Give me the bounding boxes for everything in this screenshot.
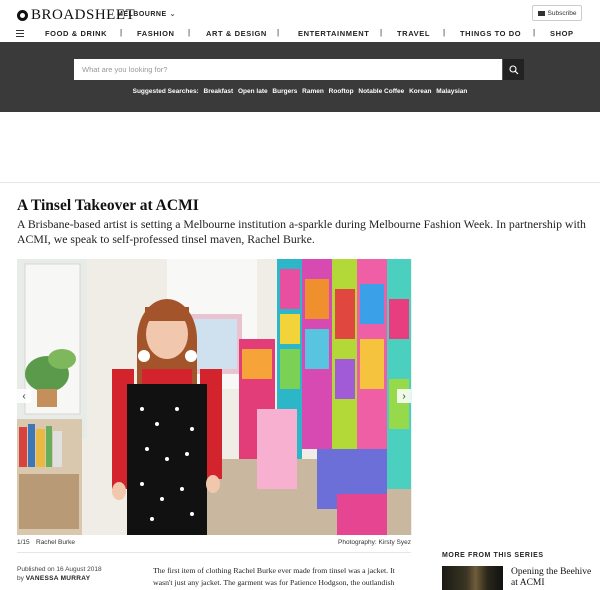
search-band: Suggested Searches: Breakfast Open late …: [0, 42, 600, 112]
suggested-label: Suggested Searches:: [132, 88, 199, 95]
mail-icon: [537, 10, 545, 16]
article-dek: A Brisbane-based artist is setting a Mel…: [17, 217, 586, 246]
main-nav: FOOD & DRINK | FASHION | ART & DESIGN | …: [0, 26, 600, 42]
top-bar: BROADSHEET MELBOURNE ⌄ Subscribe: [0, 0, 600, 26]
article-body: The first item of clothing Rachel Burke …: [153, 566, 395, 587]
author-link[interactable]: VANESSA MURRAY: [26, 575, 91, 582]
search-button[interactable]: [502, 59, 524, 80]
nav-separator: |: [533, 28, 536, 37]
nav-separator: |: [380, 28, 383, 37]
photo-caption: 1/15 Rachel Burke Photography: Kirsty Sy…: [17, 539, 411, 549]
nav-item-entertainment[interactable]: ENTERTAINMENT: [298, 29, 369, 38]
suggestion-link[interactable]: Breakfast: [204, 88, 234, 95]
next-photo-button[interactable]: ›: [397, 389, 411, 403]
suggestion-link[interactable]: Ramen: [302, 88, 324, 95]
nav-item-shop[interactable]: SHOP: [550, 29, 574, 38]
divider: [0, 182, 600, 183]
nav-separator: |: [277, 28, 280, 37]
nav-item-fashion[interactable]: FASHION: [137, 29, 175, 38]
article-meta: Published on 16 August 2018 by VANESSA M…: [17, 565, 102, 583]
suggestion-link[interactable]: Korean: [409, 88, 431, 95]
chevron-down-icon: ⌄: [169, 11, 176, 18]
article-photo[interactable]: [17, 259, 411, 535]
photo-illustration: [17, 259, 411, 535]
subscribe-button[interactable]: Subscribe: [532, 5, 582, 21]
nav-item-art-design[interactable]: ART & DESIGN: [206, 29, 267, 38]
suggestion-link[interactable]: Notable Coffee: [358, 88, 404, 95]
search-icon: [508, 64, 518, 74]
nav-item-things-to-do[interactable]: THINGS TO DO: [460, 29, 521, 38]
suggestion-link[interactable]: Malaysian: [436, 88, 467, 95]
previous-photo-button[interactable]: ‹: [17, 389, 31, 403]
nav-separator: |: [120, 28, 123, 37]
suggested-searches: Suggested Searches: Breakfast Open late …: [0, 88, 600, 95]
chevron-right-icon: ›: [402, 390, 406, 402]
series-thumbnail[interactable]: [442, 566, 503, 590]
logo-icon: [17, 10, 28, 21]
city-selector[interactable]: MELBOURNE ⌄: [117, 10, 176, 18]
photo-counter: 1/15: [17, 539, 30, 546]
divider: [17, 552, 411, 553]
suggestion-link[interactable]: Open late: [238, 88, 268, 95]
nav-item-food-drink[interactable]: FOOD & DRINK: [45, 29, 107, 38]
suggestion-link[interactable]: Rooftop: [329, 88, 354, 95]
suggestion-link[interactable]: Burgers: [272, 88, 297, 95]
nav-separator: |: [188, 28, 191, 37]
search-input[interactable]: [74, 59, 502, 80]
menu-icon[interactable]: [16, 30, 24, 37]
photo-edge: [411, 259, 412, 535]
byline-prefix: by: [17, 575, 24, 582]
series-heading: MORE FROM THIS SERIES: [442, 552, 544, 559]
nav-separator: |: [443, 28, 446, 37]
subscribe-label: Subscribe: [547, 9, 577, 17]
nav-item-travel[interactable]: TRAVEL: [397, 29, 430, 38]
article-title: A Tinsel Takeover at ACMI: [17, 197, 199, 214]
photo-subject: Rachel Burke: [36, 539, 76, 546]
series-item-title[interactable]: Opening the Beehive at ACMI: [511, 567, 600, 589]
publish-date: Published on 16 August 2018: [17, 566, 102, 573]
photo-credit: Photography: Kirsty Syez: [338, 539, 411, 546]
chevron-left-icon: ‹: [22, 390, 26, 402]
city-label: MELBOURNE: [117, 11, 167, 18]
